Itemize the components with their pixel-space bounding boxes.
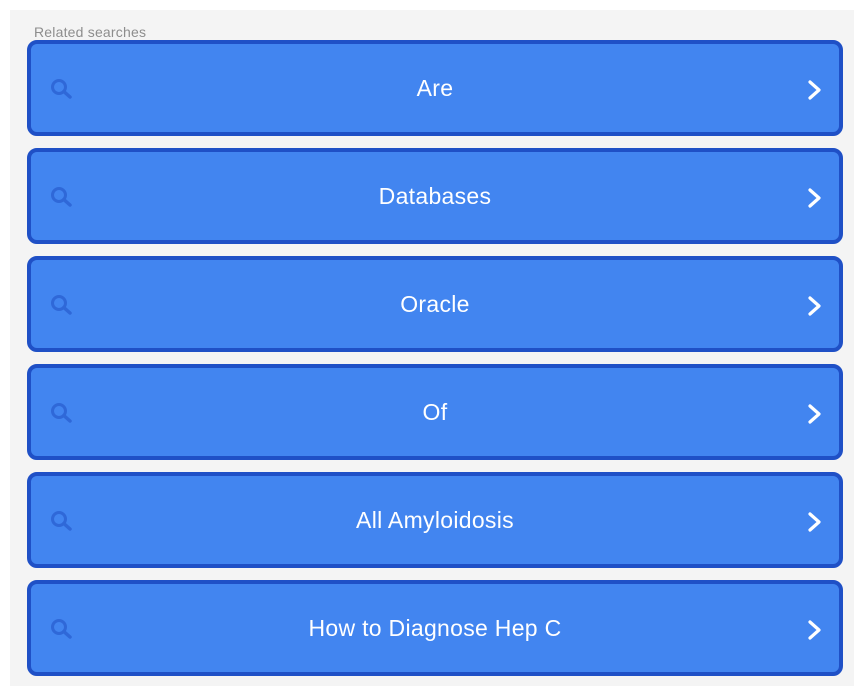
related-search-item[interactable]: All Amyloidosis bbox=[27, 472, 843, 568]
search-icon bbox=[51, 619, 72, 639]
related-search-label: Are bbox=[416, 74, 454, 101]
chevron-right-icon bbox=[808, 404, 821, 424]
related-search-item[interactable]: Of bbox=[27, 364, 843, 460]
chevron-right-icon bbox=[808, 620, 821, 640]
search-icon bbox=[51, 187, 72, 207]
related-search-item[interactable]: Oracle bbox=[27, 256, 843, 352]
related-search-label: Of bbox=[422, 398, 448, 425]
related-search-item[interactable]: Are bbox=[27, 40, 843, 136]
related-search-label: All Amyloidosis bbox=[356, 506, 514, 533]
related-search-label: Oracle bbox=[400, 290, 470, 317]
related-searches-list: Are Databases Oracle Of All Amyloidosis … bbox=[27, 40, 843, 688]
related-searches-heading: Related searches bbox=[34, 24, 147, 40]
chevron-right-icon bbox=[808, 188, 821, 208]
chevron-right-icon bbox=[808, 80, 821, 100]
related-search-label: How to Diagnose Hep C bbox=[308, 614, 562, 641]
search-icon bbox=[51, 511, 72, 531]
related-search-label: Databases bbox=[378, 182, 492, 209]
search-icon bbox=[51, 295, 72, 315]
chevron-right-icon bbox=[808, 512, 821, 532]
related-search-item[interactable]: How to Diagnose Hep C bbox=[27, 580, 843, 676]
related-search-item[interactable]: Databases bbox=[27, 148, 843, 244]
search-icon bbox=[51, 403, 72, 423]
chevron-right-icon bbox=[808, 296, 821, 316]
search-icon bbox=[51, 79, 72, 99]
